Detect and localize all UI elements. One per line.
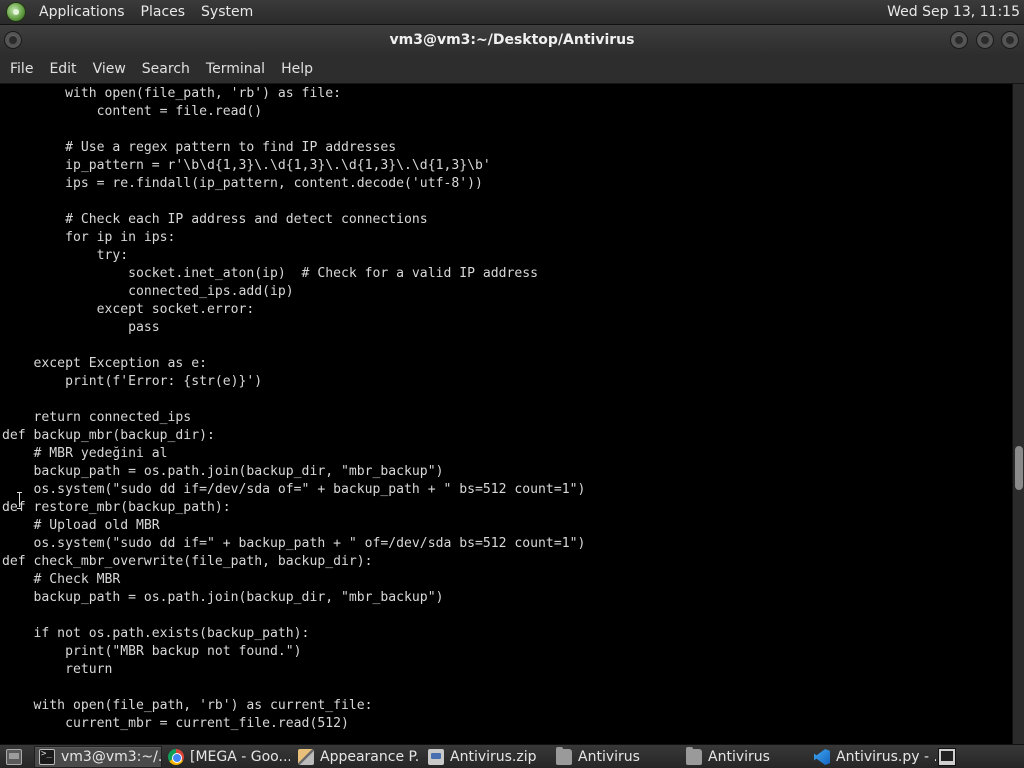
menu-view[interactable]: View <box>85 55 134 84</box>
terminal-line: os.system("sudo dd if=" + backup_path + … <box>2 536 586 551</box>
distro-logo-icon[interactable] <box>6 2 26 22</box>
taskbar-item-terminal[interactable]: vm3@vm3:~/... <box>34 746 162 768</box>
taskbar-item-appearance[interactable]: Appearance P... <box>296 746 420 768</box>
text-cursor-icon <box>17 492 22 509</box>
terminal-line: return connected_ips <box>2 410 192 425</box>
terminal-line: def check_mbr_overwrite(file_path, backu… <box>2 554 373 569</box>
folder-icon <box>556 747 572 765</box>
terminal-line: with open(file_path, 'rb') as current_fi… <box>2 698 373 713</box>
terminal-line: print("MBR backup not found.") <box>2 644 302 659</box>
terminal-line: # Check each IP address and detect conne… <box>2 212 428 227</box>
clock[interactable]: Wed Sep 13, 11:15 <box>887 0 1020 25</box>
terminal-line: content = file.read() <box>2 104 263 119</box>
window-menu-icon[interactable] <box>4 31 22 49</box>
show-desktop-icon <box>6 749 22 765</box>
appearance-icon <box>298 749 314 765</box>
window-titlebar[interactable]: vm3@vm3:~/Desktop/Antivirus <box>0 25 1024 55</box>
terminal-line: print(f'Error: {str(e)}') <box>2 374 263 389</box>
terminal-line: # MBR yedeğini al <box>2 446 168 461</box>
workspace-switcher[interactable] <box>938 746 958 768</box>
places-menu[interactable]: Places <box>133 0 194 25</box>
chrome-icon <box>168 749 184 765</box>
terminal-line: # Check MBR <box>2 572 121 587</box>
terminal-text: with open(file_path, 'rb') as file: cont… <box>2 85 585 733</box>
menubar: File Edit View Search Terminal Help <box>0 55 1024 84</box>
terminal-line: current_mbr = current_file.read(512) <box>2 716 349 731</box>
terminal-line: pass <box>2 320 160 335</box>
terminal-line: backup_path = os.path.join(backup_dir, "… <box>2 464 444 479</box>
taskbar-item-label: [MEGA - Goo... <box>190 749 290 765</box>
taskbar-item-label: vm3@vm3:~/... <box>61 749 162 765</box>
applications-menu[interactable]: Applications <box>31 0 133 25</box>
taskbar-item-label: Antivirus.py - ... <box>836 749 936 765</box>
vscode-icon <box>814 749 830 765</box>
taskbar-item-folder[interactable]: Antivirus <box>684 746 806 768</box>
terminal-line: with open(file_path, 'rb') as file: <box>2 86 341 101</box>
taskbar-item-chrome[interactable]: [MEGA - Goo... <box>166 746 290 768</box>
scrollbar-thumb[interactable] <box>1015 446 1023 490</box>
menu-help[interactable]: Help <box>273 55 321 84</box>
workspace-switcher-icon <box>938 748 956 766</box>
taskbar-item-label: Antivirus <box>708 749 770 765</box>
terminal-line: backup_path = os.path.join(backup_dir, "… <box>2 590 444 605</box>
window-title: vm3@vm3:~/Desktop/Antivirus <box>389 32 635 48</box>
terminal-line: ips = re.findall(ip_pattern, content.dec… <box>2 176 483 191</box>
menu-file[interactable]: File <box>2 55 41 84</box>
terminal-line: ip_pattern = r'\b\d{1,3}\.\d{1,3}\.\d{1,… <box>2 158 491 173</box>
terminal-line: return <box>2 662 113 677</box>
terminal-line: # Use a regex pattern to find IP address… <box>2 140 397 155</box>
terminal-icon <box>39 749 55 765</box>
taskbar-item-label: Antivirus <box>578 749 640 765</box>
taskbar-item-vscode[interactable]: Antivirus.py - ... <box>812 746 936 768</box>
show-desktop-button[interactable] <box>2 746 28 768</box>
taskbar-item-folder[interactable]: Antivirus <box>554 746 676 768</box>
terminal-line: def restore_mbr(backup_path): <box>2 500 231 515</box>
terminal-output[interactable]: with open(file_path, 'rb') as file: cont… <box>0 84 1012 744</box>
terminal-line: except socket.error: <box>2 302 255 317</box>
archive-icon <box>428 749 444 765</box>
minimize-button[interactable] <box>950 31 968 49</box>
maximize-button[interactable] <box>976 31 994 49</box>
terminal-line: except Exception as e: <box>2 356 207 371</box>
taskbar-item-archive[interactable]: Antivirus.zip <box>426 746 548 768</box>
terminal-scrollbar[interactable] <box>1012 84 1024 744</box>
menu-search[interactable]: Search <box>134 55 198 84</box>
folder-icon <box>686 747 702 765</box>
system-menu[interactable]: System <box>193 0 261 25</box>
menu-terminal[interactable]: Terminal <box>198 55 273 84</box>
terminal-line: for ip in ips: <box>2 230 176 245</box>
top-panel: Applications Places System Wed Sep 13, 1… <box>0 0 1024 25</box>
terminal-line: connected_ips.add(ip) <box>2 284 294 299</box>
menu-edit[interactable]: Edit <box>41 55 84 84</box>
taskbar-item-label: Antivirus.zip <box>450 749 537 765</box>
terminal-line: if not os.path.exists(backup_path): <box>2 626 310 641</box>
terminal-line: try: <box>2 248 129 263</box>
terminal-line: def backup_mbr(backup_dir): <box>2 428 215 443</box>
taskbar: vm3@vm3:~/... [MEGA - Goo... Appearance … <box>0 744 1024 768</box>
terminal-line: socket.inet_aton(ip) # Check for a valid… <box>2 266 539 281</box>
terminal-line: os.system("sudo dd if=/dev/sda of=" + ba… <box>2 482 586 497</box>
taskbar-item-label: Appearance P... <box>320 749 420 765</box>
close-button[interactable] <box>1001 31 1019 49</box>
terminal-line: # Upload old MBR <box>2 518 160 533</box>
